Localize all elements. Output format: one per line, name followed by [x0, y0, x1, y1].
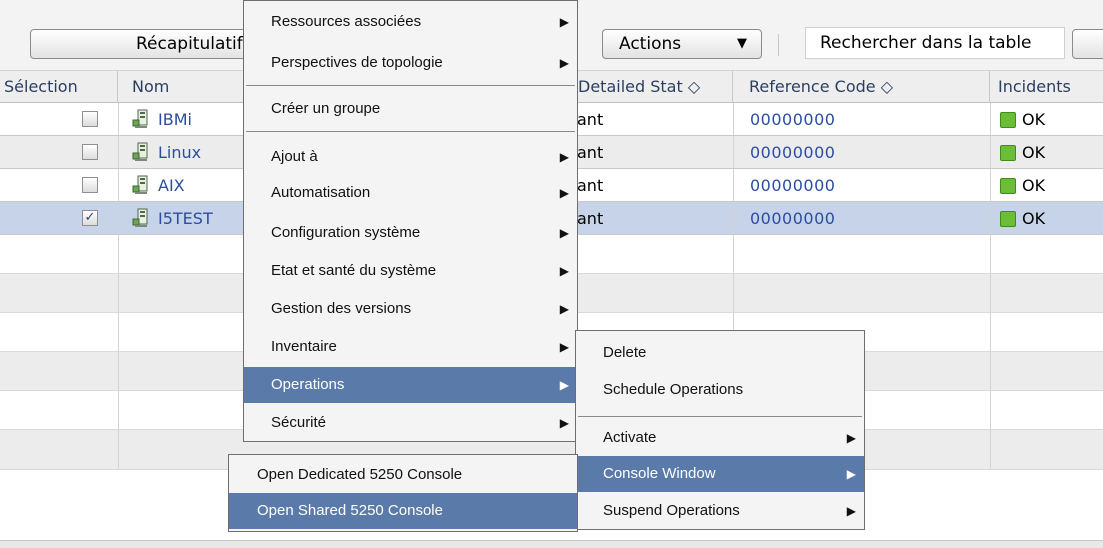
reference-code[interactable]: 00000000 — [750, 136, 835, 169]
menu-item-release-management[interactable]: Gestion des versions ▶ — [244, 291, 577, 327]
row-checkbox[interactable] — [82, 177, 98, 193]
header-detailed-status[interactable]: Detailed Stat ◇ — [578, 71, 733, 103]
menu-separator — [578, 416, 862, 417]
actions-label: Actions — [619, 34, 682, 54]
menu-item-automation[interactable]: Automatisation ▶ — [244, 175, 577, 211]
detailed-status: ant — [577, 110, 604, 129]
menu-item-operations[interactable]: Operations ▶ — [244, 367, 577, 403]
submenu-arrow-icon: ▶ — [846, 504, 856, 518]
submenu-arrow-icon: ▶ — [846, 431, 856, 445]
table-search-input[interactable]: Rechercher dans la table — [805, 27, 1065, 59]
ok-status-icon — [1000, 112, 1016, 128]
detailed-status: ant — [577, 143, 604, 162]
incident-status: OK — [1000, 169, 1045, 202]
submenu-arrow-icon: ▶ — [559, 56, 569, 70]
header-select[interactable]: Sélection — [0, 71, 118, 103]
submenu-arrow-icon: ▶ — [559, 340, 569, 354]
menu-item-system-configuration[interactable]: Configuration système ▶ — [244, 215, 577, 251]
submenu-arrow-icon: ▶ — [559, 15, 569, 29]
search-button[interactable] — [1072, 29, 1103, 59]
menu-item-add-to[interactable]: Ajout à ▶ — [244, 139, 577, 175]
submenu-arrow-icon: ▶ — [559, 150, 569, 164]
system-icon — [132, 173, 150, 194]
submenu-arrow-icon: ▶ — [846, 467, 856, 481]
system-icon — [132, 107, 150, 128]
menu-item-open-shared-console[interactable]: Open Shared 5250 Console — [229, 493, 577, 529]
operations-submenu: Delete Schedule Operations Activate ▶ Con… — [575, 330, 865, 530]
console-window-submenu: Open Dedicated 5250 Console Open Shared … — [228, 454, 578, 532]
submenu-arrow-icon: ▶ — [559, 186, 569, 200]
header-incidents[interactable]: Incidents — [990, 71, 1103, 103]
system-name-link[interactable]: Linux — [132, 136, 201, 169]
row-checkbox-checked[interactable]: ✓ — [82, 210, 98, 226]
reference-code[interactable]: 00000000 — [750, 169, 835, 202]
menu-separator — [246, 131, 575, 132]
system-name-link[interactable]: I5TEST — [132, 202, 213, 235]
submenu-arrow-icon: ▶ — [559, 378, 569, 392]
ok-status-icon — [1000, 211, 1016, 227]
detailed-status: ant — [577, 176, 604, 195]
dropdown-arrow-icon: ▼ — [737, 36, 747, 51]
reference-code[interactable]: 00000000 — [750, 202, 835, 235]
menu-item-open-dedicated-console[interactable]: Open Dedicated 5250 Console — [229, 457, 577, 493]
row-checkbox[interactable] — [82, 111, 98, 127]
menu-item-activate[interactable]: Activate ▶ — [576, 420, 864, 456]
incident-status: OK — [1000, 103, 1045, 136]
system-icon — [132, 206, 150, 227]
submenu-arrow-icon: ▶ — [559, 416, 569, 430]
menu-item-console-window[interactable]: Console Window ▶ — [576, 456, 864, 492]
context-menu: Ressources associées ▶ Perspectives de to… — [243, 0, 578, 442]
menu-item-associated-resources[interactable]: Ressources associées ▶ — [244, 4, 577, 40]
menu-item-delete[interactable]: Delete — [576, 335, 864, 371]
menu-item-suspend-operations[interactable]: Suspend Operations ▶ — [576, 493, 864, 529]
ok-status-icon — [1000, 178, 1016, 194]
menu-item-topology-perspectives[interactable]: Perspectives de topologie ▶ — [244, 45, 577, 81]
header-reference-code[interactable]: Reference Code ◇ — [733, 71, 990, 103]
summary-button[interactable]: Récapitulatif — [30, 29, 260, 59]
incident-status: OK — [1000, 136, 1045, 169]
menu-item-schedule-operations[interactable]: Schedule Operations — [576, 372, 864, 408]
menu-item-inventory[interactable]: Inventaire ▶ — [244, 329, 577, 365]
menu-separator — [246, 85, 575, 86]
submenu-arrow-icon: ▶ — [559, 226, 569, 240]
reference-code[interactable]: 00000000 — [750, 103, 835, 136]
menu-item-system-status-health[interactable]: Etat et santé du système ▶ — [244, 253, 577, 289]
submenu-arrow-icon: ▶ — [559, 302, 569, 316]
actions-button[interactable]: Actions ▼ — [602, 29, 762, 59]
detailed-status: ant — [577, 209, 604, 228]
system-name-link[interactable]: IBMi — [132, 103, 192, 136]
system-name-link[interactable]: AIX — [132, 169, 185, 202]
toolbar-separator — [778, 34, 779, 56]
submenu-arrow-icon: ▶ — [559, 264, 569, 278]
row-checkbox[interactable] — [82, 144, 98, 160]
menu-item-create-group[interactable]: Créer un groupe — [244, 91, 577, 127]
incident-status: OK — [1000, 202, 1045, 235]
menu-item-security[interactable]: Sécurité ▶ — [244, 405, 577, 441]
system-icon — [132, 140, 150, 161]
ok-status-icon — [1000, 145, 1016, 161]
